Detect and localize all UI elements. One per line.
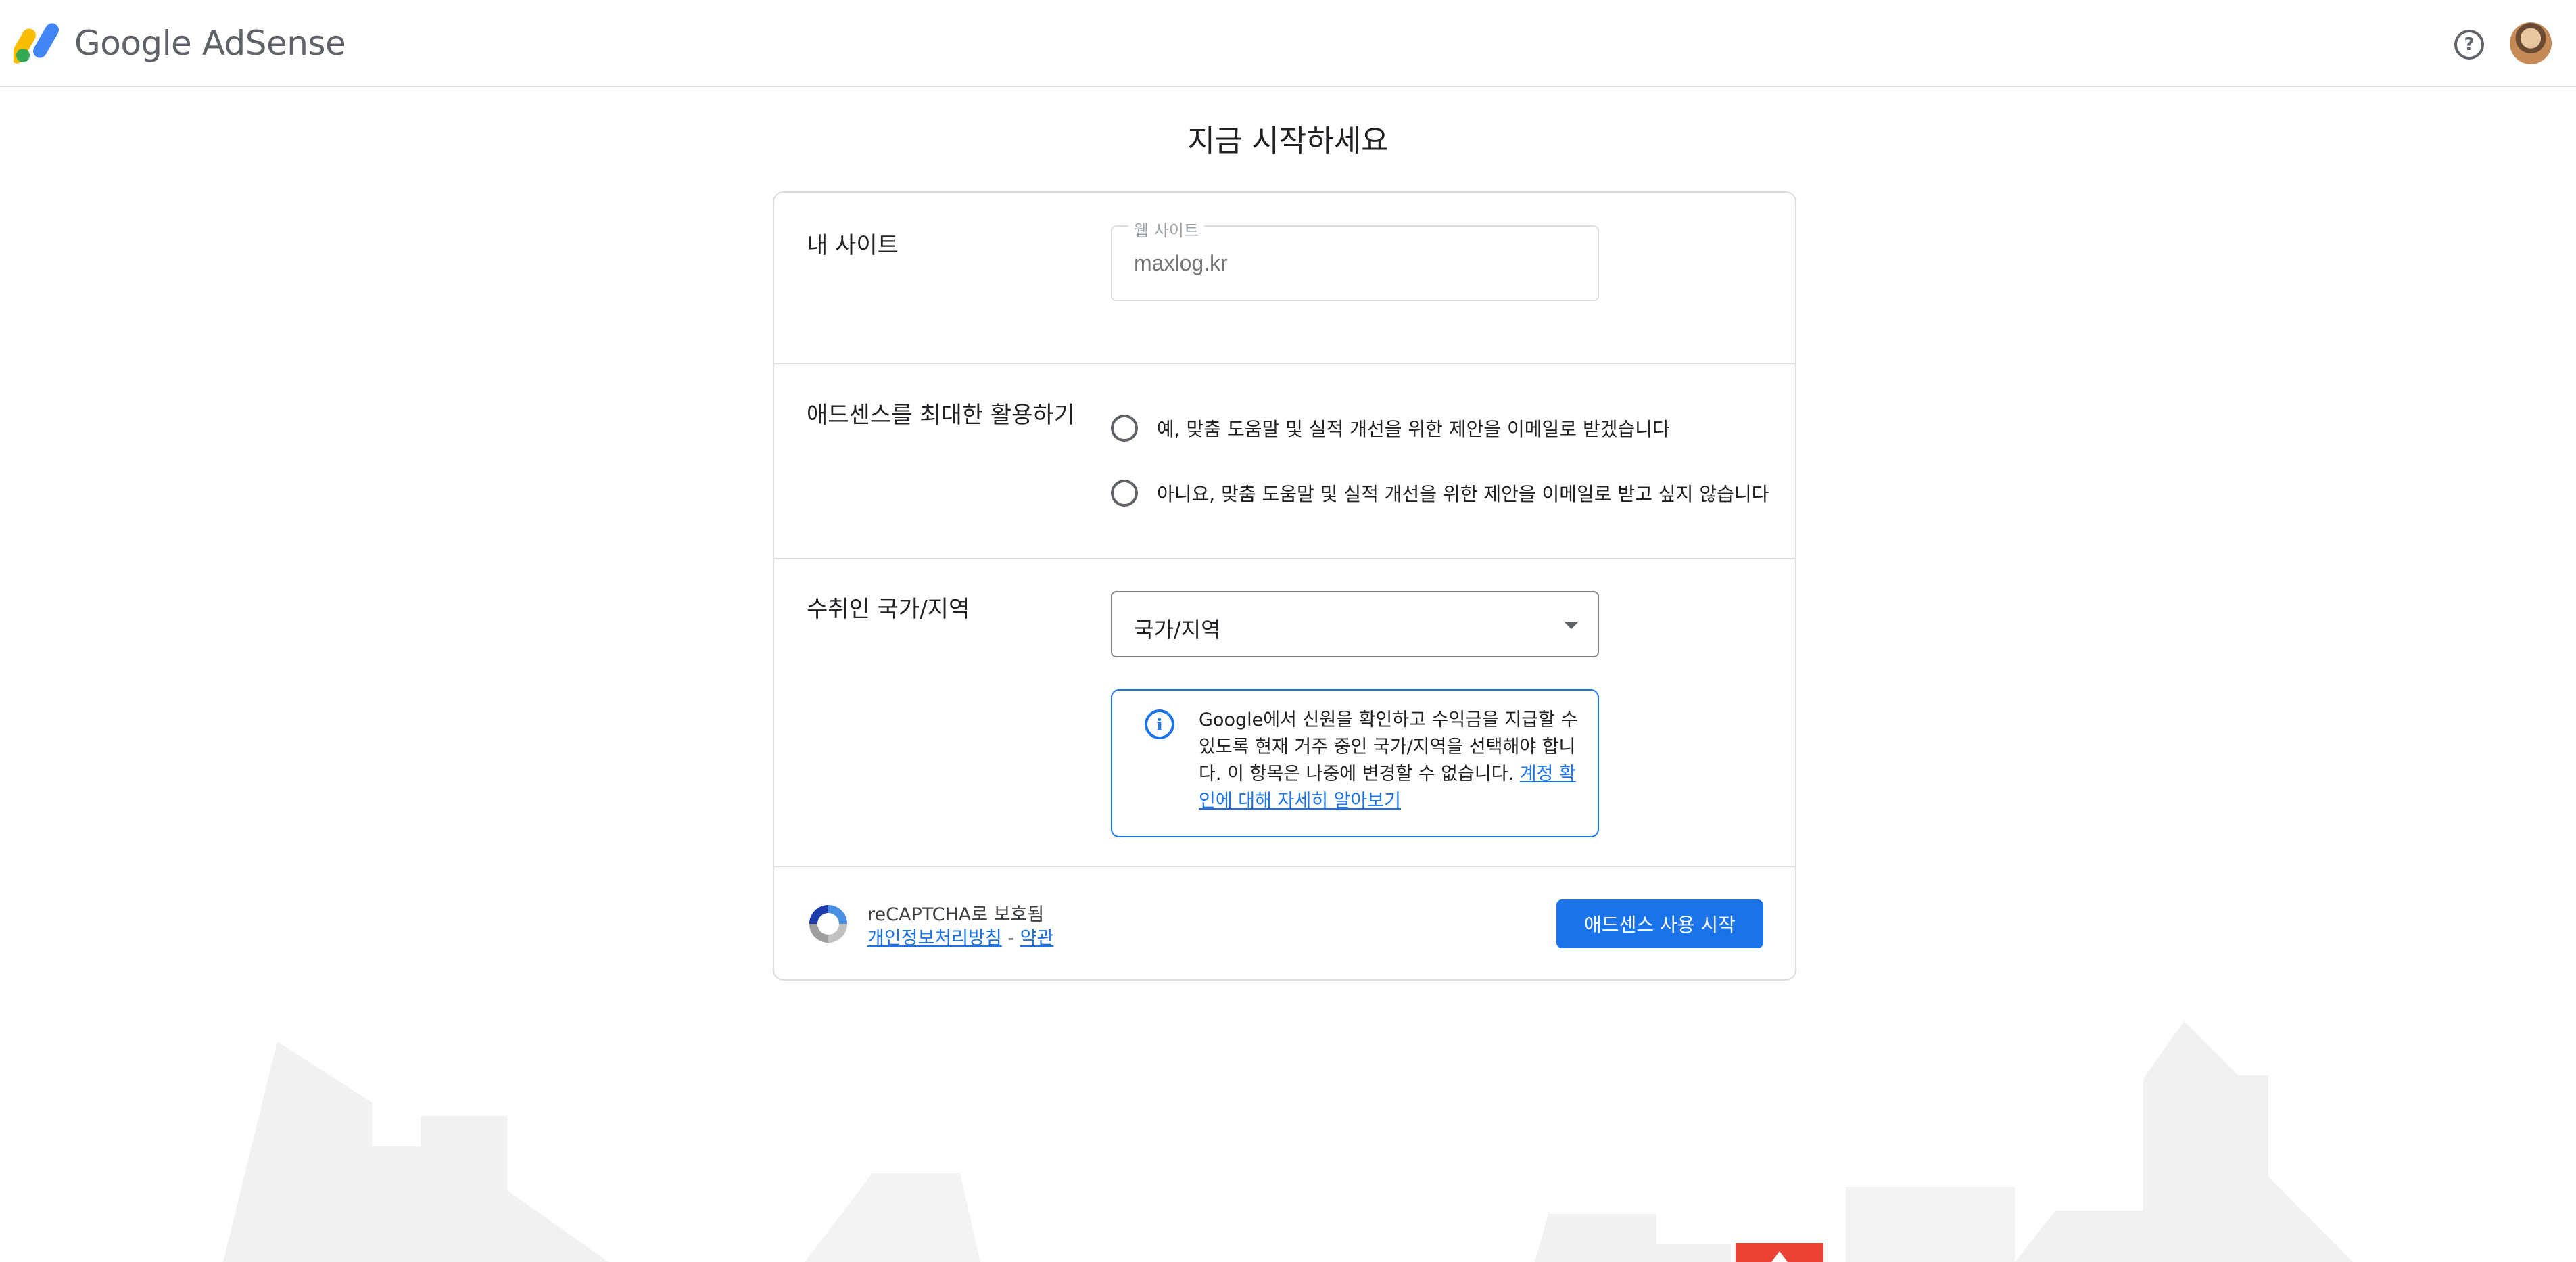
site-section-label: 내 사이트 [807, 232, 899, 259]
country-select[interactable]: 국가/지역 [1111, 591, 1599, 657]
app-header: Google AdSense ? [0, 0, 2576, 87]
terms-link[interactable]: 약관 [1020, 928, 1054, 949]
background-illustration [223, 1021, 2353, 1262]
email-yes-label: 예, 맞춤 도움말 및 실적 개선을 위한 제안을 이메일로 받겠습니다 [1157, 418, 1670, 440]
dropdown-caret-icon [1564, 622, 1579, 629]
start-adsense-button[interactable]: 애드센스 사용 시작 [1556, 899, 1763, 948]
info-icon: i [1145, 709, 1174, 739]
site-section: 내 사이트 웹 사이트 [774, 193, 1795, 364]
email-section-label: 애드센스를 최대한 활용하기 [807, 402, 1075, 429]
recaptcha-icon [809, 905, 847, 943]
signup-card: 내 사이트 웹 사이트 애드센스를 최대한 활용하기 예, 맞춤 도움말 및 실… [773, 191, 1796, 981]
info-box: i Google에서 신원을 확인하고 수익금을 지급할 수 있도록 현재 거주… [1111, 689, 1599, 837]
country-section-label: 수취인 국가/지역 [807, 596, 970, 623]
website-field[interactable]: 웹 사이트 [1111, 217, 1599, 301]
email-yes-option[interactable]: 예, 맞춤 도움말 및 실적 개선을 위한 제안을 이메일로 받겠습니다 [1111, 415, 1670, 442]
card-footer: reCAPTCHA로 보호됨 개인정보처리방침 - 약관 애드센스 사용 시작 [774, 867, 1795, 981]
adsense-logo-icon [14, 23, 59, 64]
info-text: Google에서 신원을 확인하고 수익금을 지급할 수 있도록 현재 거주 중… [1199, 707, 1581, 815]
page-title: 지금 시작하세요 [1187, 124, 1389, 158]
email-yes-radio[interactable] [1111, 415, 1138, 442]
recaptcha-text: reCAPTCHA로 보호됨 [867, 904, 1045, 925]
email-no-radio[interactable] [1111, 480, 1138, 507]
page: Google AdSense ? 지금 시작하세요 내 사이트 웹 사이트 애드… [0, 0, 2576, 1262]
email-no-option[interactable]: 아니요, 맞춤 도움말 및 실적 개선을 위한 제안을 이메일로 받고 싶지 않… [1111, 480, 1769, 507]
country-select-value: 국가/지역 [1134, 617, 1221, 642]
help-icon[interactable]: ? [2454, 30, 2484, 60]
app-name: Google AdSense [74, 24, 346, 63]
website-input[interactable] [1134, 251, 1567, 276]
link-separator: - [1001, 928, 1020, 949]
avatar[interactable] [2510, 22, 2552, 64]
website-field-label: 웹 사이트 [1128, 217, 1204, 241]
email-section: 애드센스를 최대한 활용하기 예, 맞춤 도움말 및 실적 개선을 위한 제안을… [774, 364, 1795, 559]
email-no-label: 아니요, 맞춤 도움말 및 실적 개선을 위한 제안을 이메일로 받고 싶지 않… [1157, 483, 1769, 505]
adsense-logo[interactable]: Google AdSense [14, 23, 346, 64]
recaptcha-links: 개인정보처리방침 - 약관 [867, 923, 1053, 950]
privacy-link[interactable]: 개인정보처리방침 [867, 928, 1002, 949]
country-section: 수취인 국가/지역 국가/지역 i Google에서 신원을 확인하고 수익금을… [774, 559, 1795, 867]
